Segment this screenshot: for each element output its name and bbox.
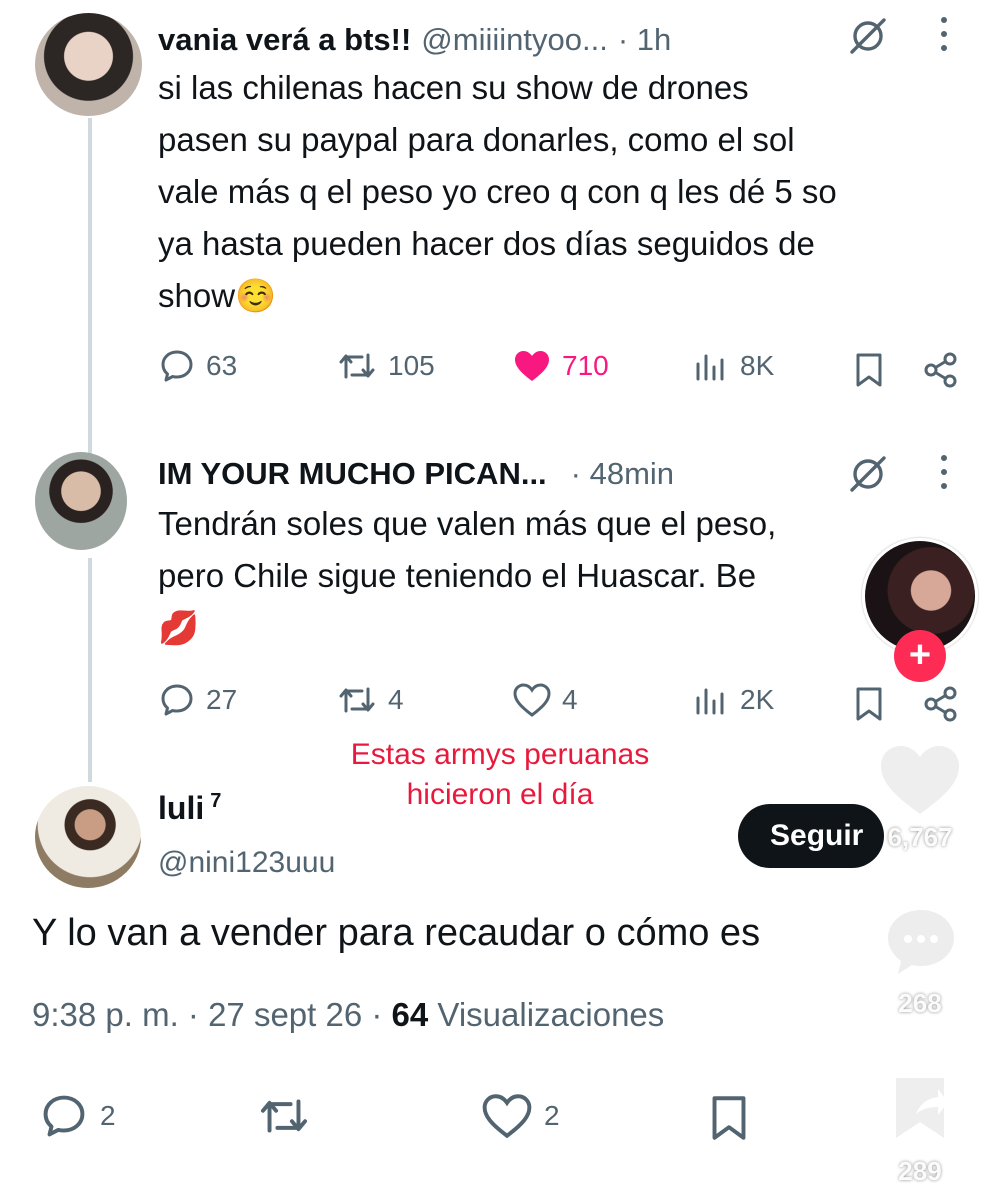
like-button[interactable]: 710	[512, 347, 609, 385]
repost-icon	[260, 1099, 308, 1133]
tweet-meta: 9:38 p. m. · 27 sept 26 · 64 Visualizaci…	[32, 996, 664, 1034]
tweet-text-line: 💋	[158, 609, 200, 646]
caption-line: hicieron el día	[406, 778, 594, 811]
author-name-text: luli	[158, 790, 205, 826]
video-caption: Estas armys peruanas hicieron el día	[300, 735, 700, 815]
tweet-text-line: vale más q el peso yo creo q con q les d…	[158, 173, 837, 210]
repost-button[interactable]: 105	[336, 347, 435, 385]
more-options-icon[interactable]	[938, 14, 950, 54]
views-button[interactable]: 8K	[692, 347, 774, 385]
repost-button[interactable]: 4	[336, 681, 404, 719]
author-name[interactable]: luli 7	[158, 790, 221, 827]
thread-line	[88, 118, 92, 456]
reply-icon	[161, 684, 193, 716]
tweet-text-line: show☺️	[158, 277, 277, 314]
tweet-time[interactable]: · 48min	[571, 456, 674, 492]
like-count: 4	[562, 684, 578, 715]
author-name[interactable]: vania verá a bts!!	[158, 22, 411, 58]
heart-icon	[513, 683, 551, 717]
author-handle[interactable]: @nini123uuu	[158, 846, 335, 880]
tweet-text: Y lo van a vender para recaudar o cómo e…	[32, 912, 761, 954]
reply-button[interactable]: 63	[158, 347, 237, 385]
tweet-header: IM YOUR MUCHO PICAN... · 48min	[158, 456, 674, 492]
views-count: 2K	[740, 684, 775, 715]
bookmark-icon[interactable]	[852, 351, 886, 389]
views-count: 8K	[740, 350, 775, 381]
repost-icon	[339, 353, 375, 379]
reply-count: 2	[100, 1100, 116, 1131]
tiktok-share-icon[interactable]	[892, 1074, 948, 1142]
tweet-actions: 2 2	[0, 1085, 997, 1145]
tweet-text: Tendrán soles que valen más que el peso,…	[158, 498, 776, 654]
tiktok-comment-icon[interactable]	[884, 906, 958, 978]
tiktok-like-icon[interactable]	[878, 742, 962, 818]
avatar[interactable]	[35, 13, 142, 116]
thread-line	[88, 558, 92, 782]
views-count: 64	[391, 996, 429, 1033]
bookmark-icon[interactable]	[852, 685, 886, 723]
tweet-text-line: pero Chile sigue teniendo el Huascar. Be	[158, 557, 757, 594]
tiktok-comment-count: 268	[898, 988, 942, 1018]
reply-button[interactable]: 2	[38, 1091, 116, 1141]
avatar[interactable]	[35, 452, 127, 550]
author-name[interactable]: IM YOUR MUCHO PICAN...	[158, 456, 547, 492]
grok-icon[interactable]	[846, 452, 890, 496]
tweet-timestamp[interactable]: 9:38 p. m. · 27 sept 26 ·	[32, 996, 392, 1033]
tweet-actions: 63 105 710 8K	[158, 347, 968, 393]
analytics-icon	[696, 688, 724, 715]
heart-icon	[482, 1094, 532, 1139]
tweet-header: vania verá a bts!! @miiiintyoo... · 1h	[158, 22, 671, 58]
tweet-time[interactable]: · 1h	[618, 22, 671, 58]
like-button[interactable]: 4	[512, 681, 578, 719]
views-label: Visualizaciones	[428, 996, 665, 1033]
tiktok-share-count: 289	[898, 1156, 942, 1186]
repost-count: 105	[388, 350, 435, 381]
views-button[interactable]: 2K	[692, 681, 774, 719]
tweet-text-line: si las chilenas hacen su show de drones	[158, 69, 749, 106]
tweet-text: si las chilenas hacen su show de drones …	[158, 62, 837, 322]
tweet-text-line: ya hasta pueden hacer dos días seguidos …	[158, 225, 815, 262]
repost-count: 4	[388, 684, 404, 715]
tweet-text-line: pasen su paypal para donarles, como el s…	[158, 121, 795, 158]
tweet-text-line: Tendrán soles que valen más que el peso,	[158, 505, 777, 542]
avatar[interactable]	[35, 786, 141, 888]
analytics-icon	[696, 354, 724, 381]
more-options-icon[interactable]	[938, 452, 950, 492]
follow-creator-plus-icon[interactable]: +	[894, 630, 946, 682]
author-handle[interactable]: @miiiintyoo...	[421, 22, 608, 58]
repost-icon	[339, 687, 375, 713]
repost-button[interactable]	[256, 1091, 322, 1141]
grok-icon[interactable]	[846, 14, 890, 58]
like-count: 710	[562, 350, 609, 381]
reply-icon	[43, 1095, 85, 1137]
share-icon[interactable]	[922, 685, 960, 723]
tiktok-like-count: 6,767	[887, 822, 953, 852]
reply-count: 63	[206, 350, 238, 381]
reply-icon	[161, 350, 193, 382]
reply-count: 27	[206, 684, 238, 715]
heart-filled-icon	[515, 351, 549, 381]
author-name-superscript: 7	[210, 790, 222, 813]
like-button[interactable]: 2	[480, 1091, 560, 1141]
reply-button[interactable]: 27	[158, 681, 237, 719]
like-count: 2	[544, 1100, 560, 1131]
tweet-actions: 27 4 4 2K	[158, 681, 968, 727]
follow-button[interactable]: Seguir	[738, 804, 884, 868]
share-icon[interactable]	[922, 351, 960, 389]
caption-line: Estas armys peruanas	[350, 738, 650, 771]
bookmark-icon[interactable]	[706, 1093, 752, 1143]
